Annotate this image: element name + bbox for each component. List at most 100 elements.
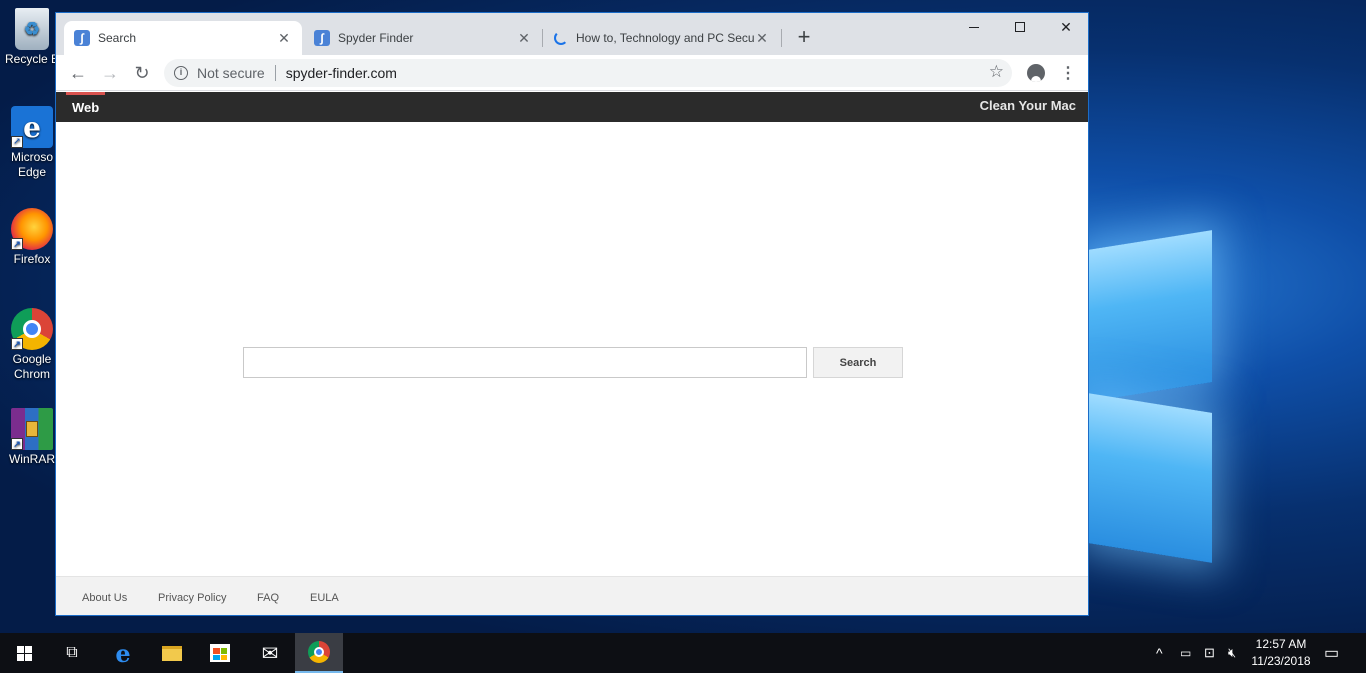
folder-icon: [162, 645, 182, 661]
spyder-icon: ∫: [314, 30, 330, 46]
windows-logo-pane-top: [1088, 230, 1212, 402]
minimize-icon: [969, 26, 979, 28]
reload-button[interactable]: ↻: [130, 61, 154, 85]
windows-logo-light: [1088, 200, 1228, 580]
arrow-right-icon: →: [101, 62, 119, 83]
footer-faq-link[interactable]: FAQ: [257, 592, 279, 604]
tab-search[interactable]: ∫ Search ✕: [64, 21, 302, 55]
taskbar-mail[interactable]: ✉: [246, 633, 294, 673]
battery-tray[interactable]: ▭: [1180, 633, 1191, 673]
taskbar-edge[interactable]: e: [99, 633, 147, 673]
recycle-bin-icon: ♻: [15, 8, 49, 50]
back-button[interactable]: ←: [66, 61, 90, 85]
chrome-icon: ↗: [11, 308, 53, 350]
taskbar-file-explorer[interactable]: [148, 633, 196, 673]
shortcut-arrow-icon: ↗: [11, 136, 23, 148]
url-text[interactable]: spyder-finder.com: [286, 65, 397, 81]
page-footer: About Us Privacy Policy FAQ EULA: [56, 576, 1088, 615]
volume-muted-icon: 🔇︎: [1228, 645, 1237, 660]
taskbar-chrome[interactable]: [295, 633, 343, 673]
forward-button[interactable]: →: [98, 61, 122, 85]
desktop-icon-label: Microso Edge: [10, 150, 53, 179]
shortcut-arrow-icon: ↗: [11, 238, 23, 250]
edge-icon: e: [115, 638, 131, 668]
minimize-button[interactable]: [951, 13, 997, 41]
desktop-icon-recycle-bin[interactable]: ♻ Recycle B: [4, 8, 60, 67]
maximize-button[interactable]: [997, 13, 1043, 41]
clean-your-mac-link[interactable]: Clean Your Mac: [980, 92, 1076, 120]
notification-icon: ▭: [1324, 645, 1340, 662]
edge-icon: e ↗: [11, 106, 53, 148]
loading-spinner-icon: [554, 31, 568, 45]
tab-close-icon[interactable]: ✕: [516, 30, 532, 47]
profile-button[interactable]: [1024, 61, 1048, 85]
store-bag-icon: [210, 644, 230, 662]
task-view-button[interactable]: ⧉: [48, 633, 96, 673]
desktop-icon-label: WinRAR: [8, 452, 55, 466]
clock-time: 12:57 AM: [1255, 637, 1307, 651]
clock-date: 11/23/2018: [1251, 654, 1311, 668]
account-icon: [1027, 64, 1045, 82]
volume-tray[interactable]: 🔇︎: [1228, 633, 1236, 673]
battery-icon: ▭: [1180, 646, 1192, 660]
site-nav-bar: Web Clean Your Mac: [56, 92, 1088, 122]
bookmark-star-icon[interactable]: ☆: [989, 62, 1004, 82]
close-icon: ✕: [1060, 18, 1072, 35]
browser-tab-strip: ∫ Search ✕ ∫ Spyder Finder ✕ How to, Tec…: [56, 13, 1088, 55]
start-button[interactable]: [0, 633, 48, 673]
tab-how-to-technology[interactable]: How to, Technology and PC Secu ✕: [544, 21, 780, 55]
task-view-icon: ⧉: [66, 644, 78, 661]
footer-privacy-link[interactable]: Privacy Policy: [158, 592, 226, 604]
nav-web-link[interactable]: Web: [66, 92, 106, 122]
tab-title: Spyder Finder: [338, 31, 414, 45]
info-icon[interactable]: i: [174, 66, 188, 80]
chevron-up-icon: ^: [1156, 645, 1163, 661]
tab-close-icon[interactable]: ✕: [754, 30, 770, 47]
shortcut-arrow-icon: ↗: [11, 438, 23, 450]
footer-about-link[interactable]: About Us: [82, 592, 127, 604]
firefox-icon: ↗: [11, 208, 53, 250]
desktop-icon-winrar[interactable]: ↗ WinRAR: [4, 408, 60, 467]
windows-start-icon: [16, 645, 32, 661]
shortcut-arrow-icon: ↗: [11, 338, 23, 350]
tab-title: How to, Technology and PC Secu: [576, 31, 754, 45]
new-tab-button[interactable]: +: [794, 25, 814, 49]
tab-close-icon[interactable]: ✕: [276, 30, 292, 47]
mail-icon: ✉: [261, 642, 279, 665]
kebab-menu-icon: ⋮: [1060, 65, 1076, 82]
desktop-icon-firefox[interactable]: ↗ Firefox: [4, 208, 60, 267]
desktop-icon-edge[interactable]: e ↗ Microso Edge: [4, 106, 60, 180]
network-icon: ⊡: [1204, 645, 1215, 660]
tab-title: Search: [98, 31, 137, 45]
tab-separator: [542, 29, 543, 47]
close-window-button[interactable]: ✕: [1043, 13, 1088, 41]
system-clock[interactable]: 12:57 AM 11/23/2018: [1248, 636, 1314, 670]
security-label: Not secure: [197, 65, 265, 81]
desktop-icon-label: Recycle B: [4, 52, 60, 66]
chrome-icon: [308, 641, 330, 663]
taskbar-store[interactable]: [196, 633, 244, 673]
address-divider: [274, 65, 276, 81]
taskbar: ⧉ e ✉ ^ ▭ ⊡ 🔇︎ 12:57 AM 11/23/2018 ▭: [0, 633, 1366, 673]
spyder-icon: ∫: [74, 30, 90, 46]
desktop-icon-label: Google Chrom: [12, 352, 52, 381]
address-bar[interactable]: i Not secure spyder-finder.com ☆: [164, 59, 1012, 87]
maximize-icon: [1015, 22, 1025, 32]
search-input[interactable]: [243, 347, 807, 378]
browser-toolbar: ← → ↻ i Not secure spyder-finder.com ☆ ⋮: [56, 55, 1088, 91]
winrar-icon: ↗: [11, 408, 53, 450]
show-hidden-icons-button[interactable]: ^: [1156, 633, 1163, 673]
menu-button[interactable]: ⋮: [1056, 61, 1080, 85]
reload-icon: ↻: [134, 62, 150, 83]
tab-separator: [781, 29, 782, 47]
arrow-left-icon: ←: [69, 62, 87, 83]
search-form: Search: [243, 347, 903, 379]
desktop-icon-label: Firefox: [13, 252, 51, 266]
desktop-icon-chrome[interactable]: ↗ Google Chrom: [4, 308, 60, 382]
tab-spyder-finder[interactable]: ∫ Spyder Finder ✕: [304, 21, 542, 55]
network-tray[interactable]: ⊡: [1204, 633, 1215, 673]
footer-eula-link[interactable]: EULA: [310, 592, 339, 604]
action-center-button[interactable]: ▭: [1324, 633, 1339, 673]
search-button[interactable]: Search: [813, 347, 903, 378]
windows-logo-pane-bottom: [1088, 393, 1212, 563]
